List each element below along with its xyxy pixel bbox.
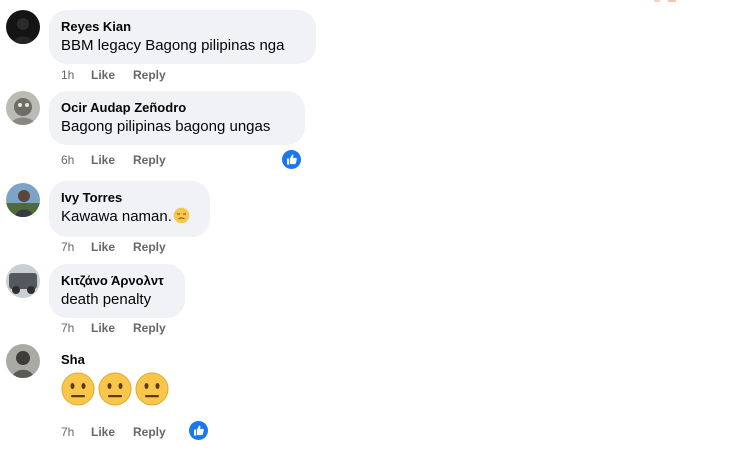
comment-author[interactable]: Sha [61, 351, 85, 368]
cropped-reaction-fragment [654, 0, 676, 2]
like-button[interactable]: Like [91, 425, 133, 439]
like-button[interactable]: Like [91, 321, 133, 335]
comment-timestamp[interactable]: 1h [61, 68, 91, 82]
like-button[interactable]: Like [91, 68, 133, 82]
comment-text: BBM legacy Bagong pilipinas nga [61, 37, 285, 54]
comment-author[interactable]: Ivy Torres [61, 189, 198, 206]
reply-button[interactable]: Reply [133, 321, 166, 335]
comment-bubble: Ocir Audap Zeñodro Bagong pilipinas bago… [49, 91, 305, 145]
comment-actions: 1h Like Reply [61, 68, 166, 82]
comment-author[interactable]: Reyes Kian [61, 18, 304, 35]
comment-text: Kawawa naman. [61, 207, 198, 230]
comment-actions: 6h Like Reply [61, 153, 166, 167]
comment-author[interactable]: Κιτζάνο Άρνολντ [61, 272, 173, 289]
avatar[interactable] [6, 91, 40, 125]
comment-actions: 7h Like Reply [61, 425, 166, 439]
reply-button[interactable]: Reply [133, 240, 166, 254]
comment-text-body: Kawawa naman. [61, 208, 172, 225]
comment-bubble: Reyes Kian BBM legacy Bagong pilipinas n… [49, 10, 316, 64]
comment-actions: 7h Like Reply [61, 321, 166, 335]
emoji-only-comment [61, 372, 172, 411]
comment-author[interactable]: Ocir Audap Zeñodro [61, 99, 293, 116]
comment-timestamp[interactable]: 6h [61, 153, 91, 167]
comment-bubble: Ivy Torres Kawawa naman. [49, 181, 210, 237]
comment-timestamp[interactable]: 7h [61, 425, 91, 439]
avatar[interactable] [6, 344, 40, 378]
comment-bubble: Κιτζάνο Άρνολντ death penalty [49, 264, 185, 318]
comment-timestamp[interactable]: 7h [61, 321, 91, 335]
avatar[interactable] [6, 10, 40, 44]
comment-text: death penalty [61, 291, 152, 308]
like-button[interactable]: Like [91, 153, 133, 167]
comment-text: Bagong pilipinas bagong ungas [61, 118, 271, 135]
avatar[interactable] [6, 264, 40, 298]
like-button[interactable]: Like [91, 240, 133, 254]
comment-timestamp[interactable]: 7h [61, 240, 91, 254]
reply-button[interactable]: Reply [133, 153, 166, 167]
comment-actions: 7h Like Reply [61, 240, 166, 254]
neutral-face-emoji [98, 372, 132, 411]
pensive-face-emoji [173, 207, 190, 230]
reply-button[interactable]: Reply [133, 425, 166, 439]
reply-button[interactable]: Reply [133, 68, 166, 82]
thumbs-up-icon[interactable] [282, 150, 301, 169]
thumbs-up-icon[interactable] [189, 421, 208, 440]
avatar[interactable] [6, 183, 40, 217]
neutral-face-emoji [61, 372, 95, 411]
neutral-face-emoji [135, 372, 169, 411]
